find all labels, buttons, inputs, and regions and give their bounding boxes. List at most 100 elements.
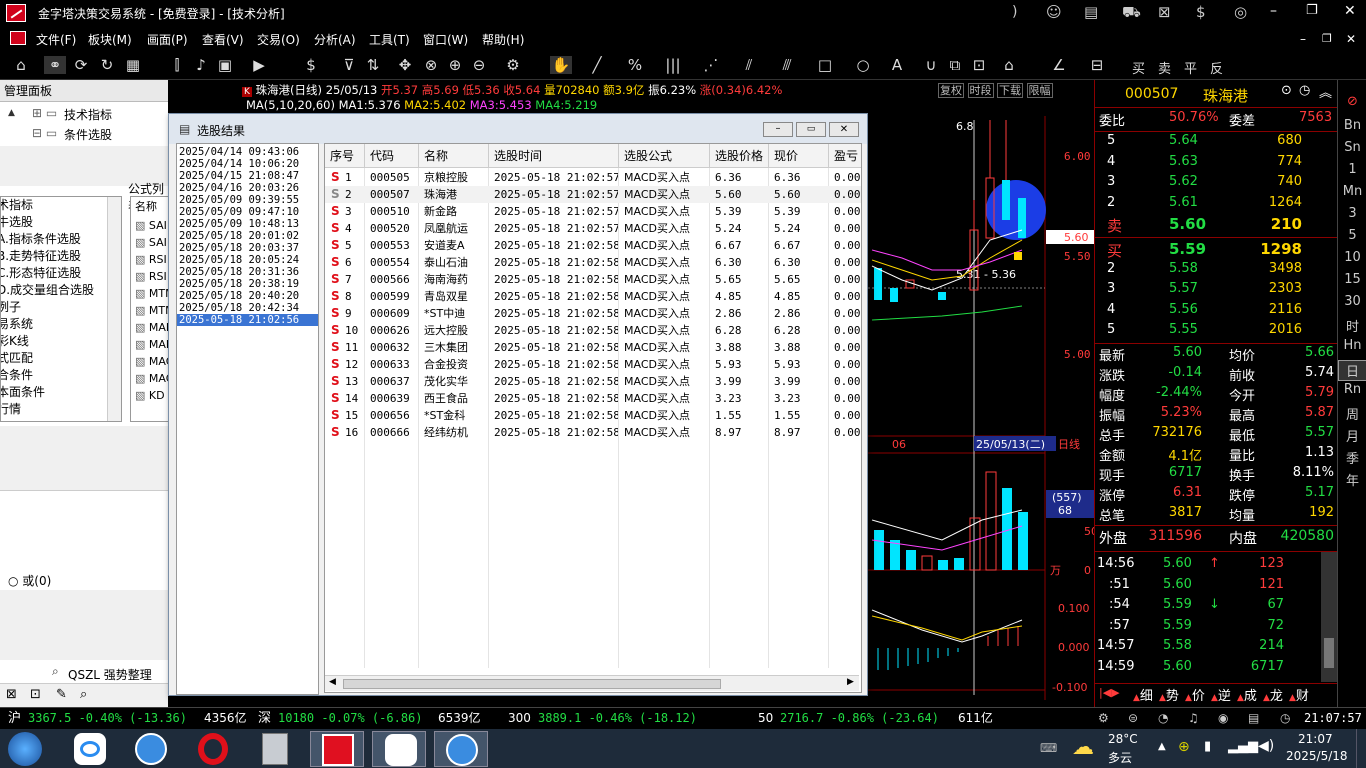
hand-icon[interactable]: ✋ — [550, 56, 572, 74]
table-row[interactable]: S 6 000554 泰山石油 2025-05-18 21:02:58 MACD买入点 6.… — [325, 254, 861, 271]
start-button[interactable] — [8, 732, 42, 766]
menu-tools[interactable]: 工具(T) — [369, 31, 410, 48]
table-row[interactable]: S 2 000507 珠海港 2025-05-18 21:02:57 MACD买入点 5.6… — [325, 186, 861, 203]
headset-icon[interactable]: ◎ — [1234, 3, 1247, 21]
sell-level-row[interactable]: 5 5.64 680 — [1095, 133, 1338, 153]
sync-icon[interactable]: ↻ — [96, 56, 118, 74]
column-header[interactable]: 序号 — [325, 144, 365, 168]
formula-name-item[interactable]: ▧ MAI — [131, 336, 169, 353]
column-header[interactable]: 代码 — [365, 144, 419, 168]
mdi-close-button[interactable]: ✕ — [1346, 32, 1356, 46]
sell-button[interactable]: 卖 — [1158, 58, 1171, 77]
history-item[interactable]: 2025/05/18 20:01:02 — [177, 230, 318, 242]
period-button[interactable]: 周 — [1338, 404, 1366, 423]
table-row[interactable]: S 7 000566 海南海药 2025-05-18 21:02:58 MACD买入点 5.… — [325, 271, 861, 288]
period-button[interactable]: 月 — [1338, 426, 1366, 445]
sh-index[interactable]: 3367.5 -0.40% (-13.36) — [28, 708, 187, 729]
bottom-tab[interactable]: ▲势 — [1159, 685, 1179, 704]
bottom-tab[interactable]: ▲逆 — [1211, 685, 1231, 704]
taskbar-time[interactable]: 21:07 — [1298, 732, 1333, 746]
history-item[interactable]: 2025/05/18 20:03:37 — [177, 242, 318, 254]
signal-icon[interactable]: ◉ — [1218, 708, 1228, 729]
restore-button[interactable]: ❐ — [1306, 3, 1318, 18]
rss-icon[interactable]: ) — [1012, 4, 1017, 20]
bottom-tab[interactable]: ▲龙 — [1263, 685, 1283, 704]
scrollbar[interactable] — [107, 197, 121, 421]
period-button[interactable]: 时 — [1338, 316, 1366, 335]
menu-view[interactable]: 查看(V) — [202, 31, 244, 48]
category-item[interactable]: A.指标条件选股 — [1, 231, 121, 248]
erase-icon[interactable]: ⊗ — [420, 56, 442, 74]
vlines-icon[interactable]: ||| — [662, 56, 684, 74]
parallel-icon[interactable]: ⫽ — [738, 56, 760, 74]
rect-icon[interactable]: □ — [814, 56, 836, 74]
buy-button[interactable]: 买 — [1132, 58, 1145, 77]
category-item[interactable]: C.形态特征选股 — [1, 265, 121, 282]
volume-icon[interactable]: ◀) — [1258, 738, 1274, 754]
scroll-left-icon[interactable]: ◀ — [329, 677, 336, 687]
bottom-tab[interactable]: ▲财 — [1289, 685, 1309, 704]
formula-name-item[interactable]: ▧ SAI — [131, 234, 169, 251]
close-position-button[interactable]: 平 — [1184, 58, 1197, 77]
app-opera[interactable] — [186, 731, 240, 767]
zoom-in-icon[interactable]: ⊕ — [444, 56, 466, 74]
app-baidu-netdisk[interactable] — [62, 731, 116, 767]
period-button[interactable]: Hn — [1338, 338, 1366, 353]
table-row[interactable]: S 14 000639 西王食品 2025-05-18 21:02:58 MACD买入点 3… — [325, 390, 861, 407]
buy-level-row[interactable]: 3 5.57 2303 — [1095, 281, 1338, 301]
play-icon[interactable]: ▶ — [248, 56, 270, 74]
category-item[interactable]: B.走势特征选股 — [1, 248, 121, 265]
column-header[interactable]: 选股公式 — [619, 144, 710, 168]
formula-name-item[interactable]: ▧ KD — [131, 387, 169, 404]
table-row[interactable]: S 3 000510 新金路 2025-05-18 21:02:57 MACD买入点 5.3… — [325, 203, 861, 220]
buy-level-row[interactable]: 5 5.55 2016 — [1095, 322, 1338, 342]
move-icon[interactable]: ✥ — [394, 56, 416, 74]
menu-sector[interactable]: 板块(M) — [88, 31, 132, 48]
dialog-minimize-button[interactable]: – — [763, 122, 793, 137]
document-icon[interactable]: ▤ — [1084, 3, 1098, 21]
column-header[interactable]: 选股时间 — [489, 144, 619, 168]
tree-item-tech[interactable]: 技术指标 — [64, 106, 112, 123]
import-icon[interactable]: ⊡ — [30, 687, 41, 702]
save-draw-icon[interactable]: ⊟ — [1086, 56, 1108, 74]
lock-icon[interactable]: ⊡ — [968, 56, 990, 74]
table-row[interactable]: S 1 000505 京粮控股 2025-05-18 21:02:57 MACD买入点 6.… — [325, 169, 861, 186]
circle-icon[interactable]: ○ — [852, 56, 874, 74]
history-item[interactable]: 2025/04/15 21:08:47 — [177, 170, 318, 182]
period-button[interactable]: Sn — [1338, 140, 1366, 155]
history-item[interactable]: 2025/05/09 09:47:10 — [177, 206, 318, 218]
sell-level-row[interactable]: 卖 5.60 210 — [1095, 215, 1338, 235]
period-button[interactable]: 15 — [1338, 272, 1366, 287]
edit-icon[interactable]: ✎ — [56, 687, 67, 702]
bottom-tab[interactable]: ▲价 — [1185, 685, 1205, 704]
period-button[interactable]: 30 — [1338, 294, 1366, 309]
formula-name-item[interactable]: ▧ MAC — [131, 353, 169, 370]
buy-level-row[interactable]: 2 5.58 3498 — [1095, 261, 1338, 281]
cart-icon[interactable]: ⛟ — [1122, 3, 1141, 23]
formula-name-item[interactable]: ▧ MAC — [131, 370, 169, 387]
app-calculator[interactable] — [248, 731, 302, 767]
close-button[interactable]: ✕ — [1344, 3, 1356, 19]
column-header[interactable]: 盈亏 — [829, 144, 861, 168]
table-row[interactable]: S 13 000637 茂化实华 2025-05-18 21:02:58 MACD买入点 3… — [325, 373, 861, 390]
home-icon[interactable]: ⌂ — [10, 56, 32, 74]
filter-icon[interactable]: ⊽ — [338, 56, 360, 74]
fan-icon[interactable]: ⋰ — [700, 56, 722, 74]
column-header[interactable]: 现价 — [769, 144, 829, 168]
app-browser-s[interactable] — [124, 731, 178, 767]
period-button[interactable]: 年 — [1338, 470, 1366, 489]
menu-help[interactable]: 帮助(H) — [482, 31, 524, 48]
category-item[interactable]: 行情 — [1, 401, 121, 418]
refresh-quote-icon[interactable]: ◷ — [1299, 83, 1310, 98]
menu-file[interactable]: 文件(F) — [36, 31, 76, 48]
buy-level-row[interactable]: 买 5.59 1298 — [1095, 240, 1338, 260]
strip-rotate-icon[interactable]: ⊘ — [1338, 94, 1366, 109]
sz-index[interactable]: 10180 -0.07% (-6.86) — [278, 708, 423, 729]
category-item[interactable]: 合条件 — [1, 367, 121, 384]
chart-icon[interactable]: ⊠ — [1158, 3, 1171, 21]
category-item[interactable]: 易系统 — [1, 316, 121, 333]
column-header[interactable]: 选股价格 — [710, 144, 769, 168]
category-item[interactable]: 术指标 — [1, 197, 121, 214]
reverse-button[interactable]: 反 — [1210, 58, 1223, 77]
info-icon[interactable]: ⊙ — [1281, 83, 1292, 98]
